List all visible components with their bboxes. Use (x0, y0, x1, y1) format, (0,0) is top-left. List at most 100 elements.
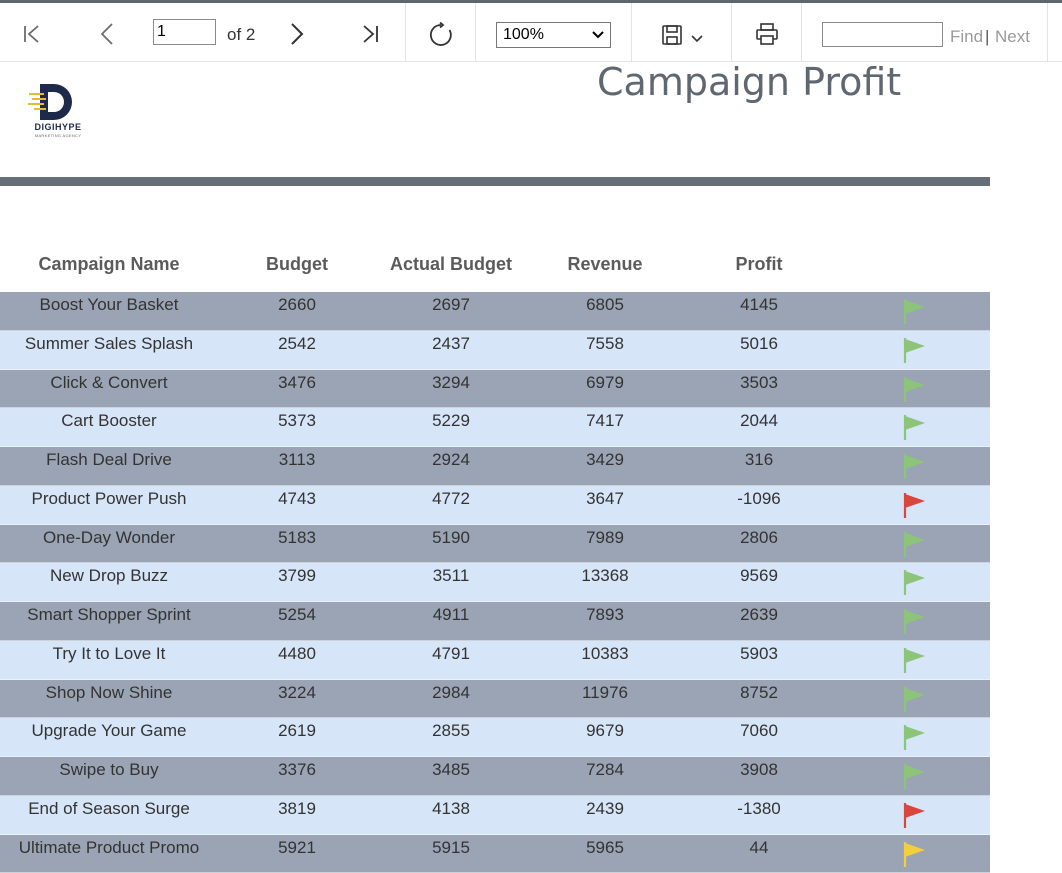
green-flag-icon (903, 764, 925, 789)
revenue-cell: 5965 (586, 837, 624, 857)
find-link[interactable]: Find (950, 27, 983, 47)
budget-cell: 3376 (278, 760, 316, 779)
budget-cell: 5183 (278, 527, 316, 547)
revenue-cell: 7989 (586, 527, 624, 547)
green-flag-icon (903, 337, 925, 363)
logo-name: DIGIHYPE (34, 122, 82, 132)
profit-cell: -1380 (737, 798, 781, 818)
table-row: Click & Convert 3476 3294 6979 3503 (0, 369, 990, 409)
page-number-input[interactable] (153, 19, 216, 45)
budget-cell: 2542 (278, 333, 316, 353)
actual-budget-cell: 2924 (432, 450, 470, 469)
revenue-cell: 9679 (586, 721, 624, 741)
revenue-cell: 13368 (581, 566, 629, 586)
campaign-name-cell: Click & Convert (50, 372, 168, 392)
actual-budget-cell: 4791 (432, 643, 470, 663)
find-separator: | (985, 27, 990, 46)
table-row: Summer Sales Splash 2542 2437 7558 5016 (0, 330, 990, 370)
table-row: Product Power Push 4743 4772 3647 -1096 (0, 485, 990, 525)
zoom-value: 100% (503, 26, 544, 43)
budget-cell: 4743 (278, 488, 316, 508)
revenue-cell: 7417 (586, 411, 624, 431)
actual-budget-cell: 2437 (432, 333, 470, 353)
budget-cell: 2619 (278, 721, 316, 741)
campaign-name-cell: Ultimate Product Promo (18, 837, 200, 857)
actual-budget-cell: 2984 (432, 682, 470, 702)
profit-cell: -1096 (737, 488, 781, 508)
green-flag-icon (903, 415, 925, 441)
print-button[interactable] (753, 20, 781, 48)
find-input[interactable] (822, 22, 943, 47)
revenue-cell: 7893 (586, 605, 624, 624)
budget-cell: 3799 (278, 566, 316, 586)
header-divider (0, 177, 990, 186)
first-page-button[interactable] (18, 20, 46, 48)
profit-cell: 2044 (740, 411, 778, 431)
budget-cell: 3819 (278, 798, 316, 818)
campaign-name-cell: End of Season Surge (28, 798, 190, 818)
campaign-name-cell: Upgrade Your Game (31, 721, 187, 741)
budget-cell: 2660 (278, 295, 316, 314)
refresh-button[interactable] (426, 20, 456, 50)
toolbar-separator (1047, 3, 1048, 62)
green-flag-icon (903, 570, 925, 596)
first-page-icon (24, 25, 39, 43)
budget-cell: 5921 (278, 837, 316, 857)
table-row: Boost Your Basket 2660 2697 6805 4145 (0, 292, 990, 331)
actual-budget-cell: 3294 (432, 372, 470, 392)
profit-cell: 4145 (740, 295, 778, 314)
actual-budget-cell: 3485 (432, 760, 470, 779)
column-header-budget: Budget (266, 254, 328, 274)
campaign-name-cell: Flash Deal Drive (46, 450, 172, 469)
yellow-flag-icon (903, 841, 925, 867)
profit-cell: 5016 (740, 333, 778, 353)
actual-budget-cell: 3511 (432, 566, 470, 586)
budget-cell: 3113 (278, 450, 316, 469)
campaign-name-cell: Swipe to Buy (59, 760, 159, 779)
next-page-button[interactable] (282, 20, 310, 48)
budget-cell: 5254 (278, 605, 316, 624)
budget-cell: 4480 (278, 643, 316, 663)
company-logo: DIGIHYPE MARKETING AGENCY (26, 80, 90, 142)
revenue-cell: 2439 (586, 798, 624, 818)
profit-cell: 2639 (740, 605, 778, 624)
logo-tagline: MARKETING AGENCY (34, 133, 82, 138)
table-row: Try It to Love It 4480 4791 10383 5903 (0, 640, 990, 680)
actual-budget-cell: 2855 (432, 721, 470, 741)
previous-page-button[interactable] (94, 20, 122, 48)
campaign-name-cell: Boost Your Basket (39, 295, 179, 314)
profit-cell: 44 (749, 837, 769, 857)
column-header-profit: Profit (735, 254, 783, 274)
find-next-link[interactable]: Next (995, 27, 1030, 47)
last-page-button[interactable] (356, 20, 384, 48)
red-flag-icon (903, 802, 925, 828)
campaign-name-cell: Shop Now Shine (45, 682, 173, 702)
refresh-icon (429, 22, 452, 46)
printer-icon (756, 23, 778, 45)
actual-budget-cell: 2697 (432, 295, 470, 314)
actual-budget-cell: 5190 (432, 527, 470, 547)
profit-cell: 5903 (740, 643, 778, 663)
campaign-table-body: Boost Your Basket 2660 2697 6805 4145 Summer … (0, 292, 990, 873)
table-row: End of Season Surge 3819 4138 2439 -1380 (0, 795, 990, 835)
profit-cell: 2806 (740, 527, 778, 547)
campaign-name-cell: Smart Shopper Sprint (27, 605, 191, 624)
green-flag-icon (903, 531, 925, 557)
actual-budget-cell: 4138 (432, 798, 470, 818)
actual-budget-cell: 4911 (432, 605, 470, 624)
export-button[interactable] (655, 20, 709, 50)
zoom-select[interactable]: 100% (496, 22, 611, 48)
revenue-cell: 3647 (586, 488, 624, 508)
revenue-cell: 7558 (586, 333, 624, 353)
actual-budget-cell: 5915 (432, 837, 470, 857)
table-row: Swipe to Buy 3376 3485 7284 3908 (0, 757, 990, 796)
profit-cell: 3908 (740, 760, 778, 779)
green-flag-icon (903, 299, 925, 324)
profit-cell: 9569 (740, 566, 778, 586)
actual-budget-cell: 4772 (432, 488, 470, 508)
table-row: New Drop Buzz 3799 3511 13368 9569 (0, 563, 990, 602)
green-flag-icon (903, 686, 925, 712)
chevron-right-icon (291, 23, 304, 45)
toolbar-separator (475, 3, 476, 62)
campaign-name-cell: Try It to Love It (52, 643, 166, 663)
